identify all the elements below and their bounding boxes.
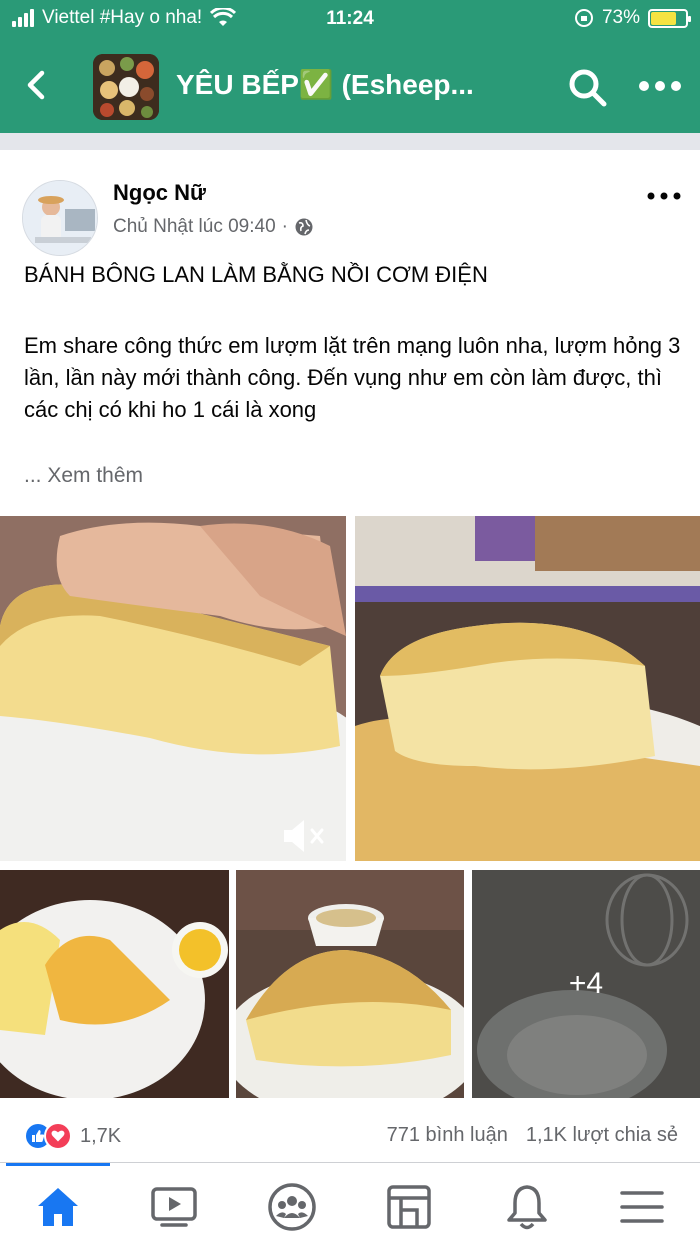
tab-notifications[interactable] (497, 1177, 557, 1237)
tab-menu[interactable] (612, 1177, 672, 1237)
post-title: BÁNH BÔNG LAN LÀM BẰNG NỒI CƠM ĐIỆN (24, 262, 488, 287)
globe-icon (295, 218, 313, 236)
meta-separator: · (281, 216, 288, 237)
post-photo-3[interactable] (0, 870, 229, 1098)
rotation-lock-icon (574, 9, 593, 27)
comments-count[interactable]: 771 bình luận (387, 1124, 508, 1147)
tab-home[interactable] (28, 1177, 88, 1237)
bottom-tab-bar (0, 1162, 700, 1246)
post-stats: 771 bình luận 1,1K lượt chia sẻ (387, 1124, 678, 1147)
groups-icon (268, 1183, 316, 1231)
post-options-icon[interactable] (645, 188, 683, 204)
post-photo-2[interactable] (355, 516, 700, 861)
search-icon[interactable] (566, 66, 608, 108)
post-photo-1[interactable] (0, 516, 346, 861)
more-photos-overlay[interactable]: +4 (472, 870, 700, 1098)
more-horizontal-icon[interactable] (636, 74, 684, 98)
watch-icon (151, 1187, 197, 1227)
mute-icon[interactable] (280, 816, 332, 856)
post-meta: Chủ Nhật lúc 09:40 · (113, 216, 314, 238)
tab-groups[interactable] (262, 1177, 322, 1237)
post-timestamp[interactable]: Chủ Nhật lúc 09:40 (113, 216, 276, 238)
reaction-summary[interactable]: 1,7K (24, 1122, 121, 1150)
home-icon (38, 1188, 78, 1226)
shares-count[interactable]: 1,1K lượt chia sẻ (526, 1124, 678, 1147)
marketplace-icon (387, 1185, 431, 1229)
app-header: Viettel #Hay o nha! 11:24 73% YÊU BẾP✅ (… (0, 0, 700, 133)
love-reaction-icon (44, 1122, 72, 1150)
post-photo-5[interactable]: +4 (472, 870, 700, 1098)
group-header: YÊU BẾP✅ (Esheep... (0, 40, 700, 133)
status-right: 73% (574, 7, 691, 29)
see-more-link[interactable]: ... Xem thêm (24, 464, 143, 488)
group-thumbnail[interactable] (93, 54, 159, 120)
active-tab-indicator (6, 1163, 110, 1166)
avatar[interactable] (22, 180, 98, 256)
menu-icon (620, 1191, 664, 1223)
battery-icon (648, 8, 691, 28)
reaction-count: 1,7K (80, 1124, 122, 1147)
notifications-icon (507, 1185, 547, 1230)
post-card: Ngọc Nữ Chủ Nhật lúc 09:40 · BÁNH BÔNG L… (0, 150, 700, 1162)
post-photo-4[interactable] (236, 870, 464, 1098)
battery-percent: 73% (601, 7, 640, 28)
group-name[interactable]: YÊU BẾP✅ (Esheep... (176, 68, 526, 101)
tab-watch[interactable] (144, 1177, 204, 1237)
status-bar: Viettel #Hay o nha! 11:24 73% (0, 0, 700, 40)
post-body: Em share công thức em lượm lặt trên mạng… (24, 333, 681, 422)
back-button[interactable] (22, 65, 52, 105)
tab-marketplace[interactable] (379, 1177, 439, 1237)
post-author[interactable]: Ngọc Nữ (113, 180, 206, 206)
